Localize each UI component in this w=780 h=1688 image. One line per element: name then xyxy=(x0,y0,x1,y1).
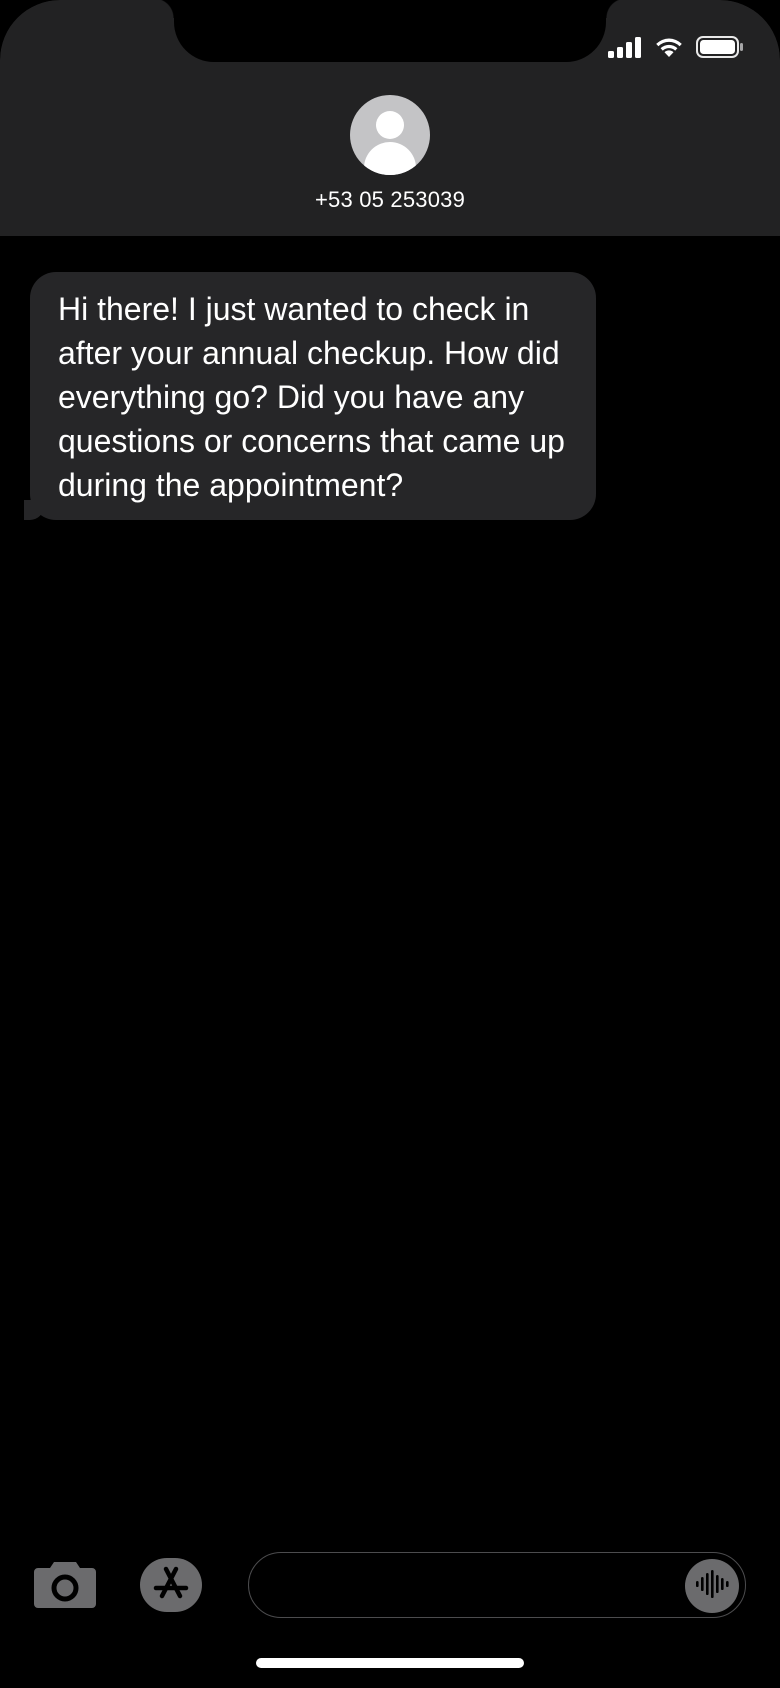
person-avatar-icon[interactable] xyxy=(350,95,430,175)
message-list: Hi there! I just wanted to check in afte… xyxy=(24,272,750,520)
app-store-icon xyxy=(153,1566,189,1605)
voice-message-button[interactable] xyxy=(685,1559,739,1613)
incoming-message-bubble[interactable]: Hi there! I just wanted to check in afte… xyxy=(24,272,596,520)
message-input-field[interactable] xyxy=(248,1552,746,1618)
conversation-header: +53 05 253039 xyxy=(0,0,780,236)
messages-screen: +53 05 253039 Hi there! I just wanted to… xyxy=(0,0,780,1688)
message-input[interactable] xyxy=(271,1563,675,1609)
home-indicator[interactable] xyxy=(256,1658,524,1668)
contact-info[interactable]: +53 05 253039 xyxy=(0,95,780,213)
status-bar xyxy=(608,36,744,63)
battery-icon xyxy=(696,36,744,63)
app-store-button[interactable] xyxy=(140,1558,202,1612)
device-notch xyxy=(154,0,626,62)
camera-button[interactable] xyxy=(34,1558,96,1612)
message-composer xyxy=(0,1548,780,1628)
voice-waveform-icon xyxy=(695,1569,729,1603)
wifi-icon xyxy=(654,36,684,63)
contact-name[interactable]: +53 05 253039 xyxy=(0,187,780,213)
camera-icon xyxy=(34,1558,96,1613)
cellular-signal-icon xyxy=(608,36,642,63)
